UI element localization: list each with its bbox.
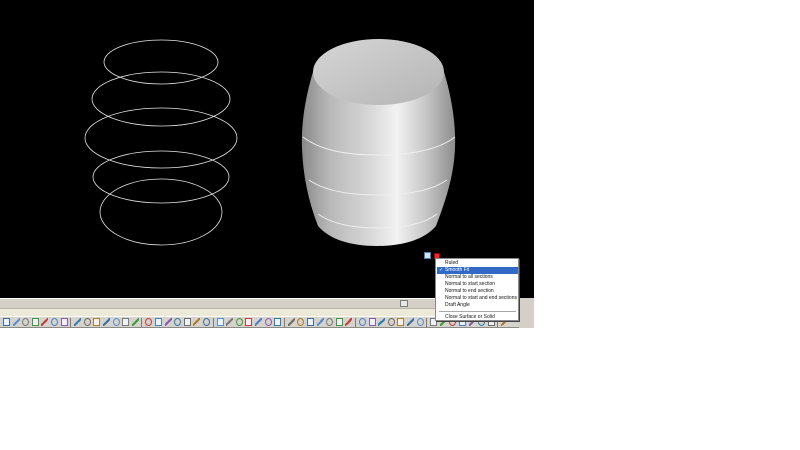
toolbar-separator	[141, 318, 143, 327]
hatch-icon[interactable]	[345, 318, 353, 326]
section-circle-1[interactable]	[103, 39, 219, 85]
menu-item-normal-to-start-section[interactable]: Normal to start section	[437, 281, 518, 288]
rotate-icon[interactable]	[245, 318, 253, 326]
view-icon[interactable]	[397, 318, 405, 326]
text-icon[interactable]	[326, 318, 334, 326]
section-circle-2[interactable]	[91, 71, 231, 127]
menu-item-normal-to-all-sections[interactable]: Normal to all sections	[437, 274, 518, 281]
menu-item-label: Smooth Fit	[445, 267, 470, 273]
offset-icon[interactable]	[264, 318, 272, 326]
menu-item-ruled[interactable]: Ruled	[437, 260, 518, 267]
model-space-canvas[interactable]	[0, 0, 534, 298]
menu-item-normal-to-start-and-end-sections[interactable]: Normal to start and end sections	[437, 295, 518, 302]
menu-item-normal-to-end-section[interactable]: Normal to end section	[437, 288, 518, 295]
section-circle-4[interactable]	[92, 150, 230, 204]
fillet-icon[interactable]	[297, 318, 305, 326]
polyline-icon[interactable]	[183, 318, 191, 326]
trim-icon[interactable]	[274, 318, 282, 326]
wedge-icon[interactable]	[60, 318, 68, 326]
zoom-icon[interactable]	[31, 318, 39, 326]
loft-options-menu[interactable]: Ruled ✓ Smooth Fit Normal to all sections No…	[435, 258, 519, 321]
toolbar-separator	[212, 318, 214, 327]
sphere-icon[interactable]	[83, 318, 91, 326]
box-icon[interactable]	[51, 318, 58, 326]
torus-icon[interactable]	[103, 318, 110, 326]
cylinder-icon[interactable]	[93, 318, 101, 326]
explode-icon[interactable]	[316, 318, 324, 326]
union-icon[interactable]	[145, 318, 153, 326]
extrude-icon[interactable]	[122, 318, 130, 326]
toolbar-separator	[426, 318, 428, 327]
dimension-icon[interactable]	[335, 318, 343, 326]
menu-item-label: Normal to all sections	[445, 274, 493, 280]
chamfer-icon[interactable]	[307, 318, 314, 326]
properties-icon[interactable]	[368, 318, 376, 326]
intersect-icon[interactable]	[164, 318, 172, 326]
redo-icon[interactable]	[12, 318, 20, 326]
rectangle-icon[interactable]	[216, 318, 224, 326]
mirror-icon[interactable]	[255, 318, 262, 326]
extend-icon[interactable]	[287, 318, 295, 326]
subtract-icon[interactable]	[155, 318, 162, 326]
undo-icon[interactable]	[3, 318, 10, 326]
section-circle-3[interactable]	[84, 107, 238, 169]
loft-menu-grip-icon[interactable]	[424, 252, 431, 259]
pyramid-icon[interactable]	[112, 318, 120, 326]
render-icon[interactable]	[407, 318, 414, 326]
section-circle-5[interactable]	[99, 178, 223, 246]
menu-item-label: Draft Angle	[445, 302, 470, 308]
menu-item-draft-angle[interactable]: Draft Angle	[437, 302, 518, 309]
orbit-icon[interactable]	[41, 318, 49, 326]
menu-item-smooth-fit[interactable]: ✓ Smooth Fit	[437, 267, 518, 274]
toolbar-separator	[283, 318, 285, 327]
loft-icon[interactable]	[131, 318, 139, 326]
toolbar-right-edge	[519, 298, 534, 328]
match-icon[interactable]	[378, 318, 386, 326]
menu-item-label: Normal to start and end sections	[445, 295, 517, 301]
arc-icon[interactable]	[203, 318, 210, 326]
drawing-viewport[interactable]	[0, 0, 534, 298]
shade-icon[interactable]	[416, 318, 424, 326]
line-icon[interactable]	[174, 318, 182, 326]
cone-icon[interactable]	[74, 318, 82, 326]
pan-icon[interactable]	[22, 318, 30, 326]
toolbar-separator	[70, 318, 72, 327]
copy-icon[interactable]	[235, 318, 243, 326]
layer-icon[interactable]	[359, 318, 366, 326]
checkmark-icon: ✓	[439, 267, 444, 273]
scrollbar-thumb[interactable]	[400, 300, 408, 307]
menu-item-close-surface-or-solid[interactable]: Close Surface or Solid	[437, 314, 518, 321]
cross-section-circles[interactable]	[84, 39, 238, 246]
menu-item-label: Normal to end section	[445, 288, 494, 294]
toolbar-separator	[355, 318, 356, 327]
menu-item-label: Close Surface or Solid	[445, 314, 495, 320]
lofted-barrel-solid[interactable]	[301, 39, 456, 246]
menu-item-label: Ruled	[445, 260, 459, 266]
menu-separator	[439, 311, 516, 312]
menu-item-label: Normal to start section	[445, 281, 496, 287]
ucs-icon[interactable]	[387, 318, 395, 326]
circle-icon[interactable]	[193, 318, 201, 326]
move-icon[interactable]	[226, 318, 234, 326]
